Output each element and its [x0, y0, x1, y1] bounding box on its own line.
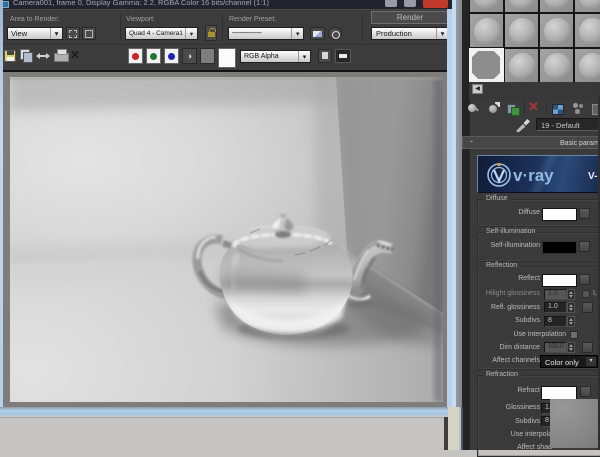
svg-text:v·ray: v·ray	[513, 166, 554, 185]
